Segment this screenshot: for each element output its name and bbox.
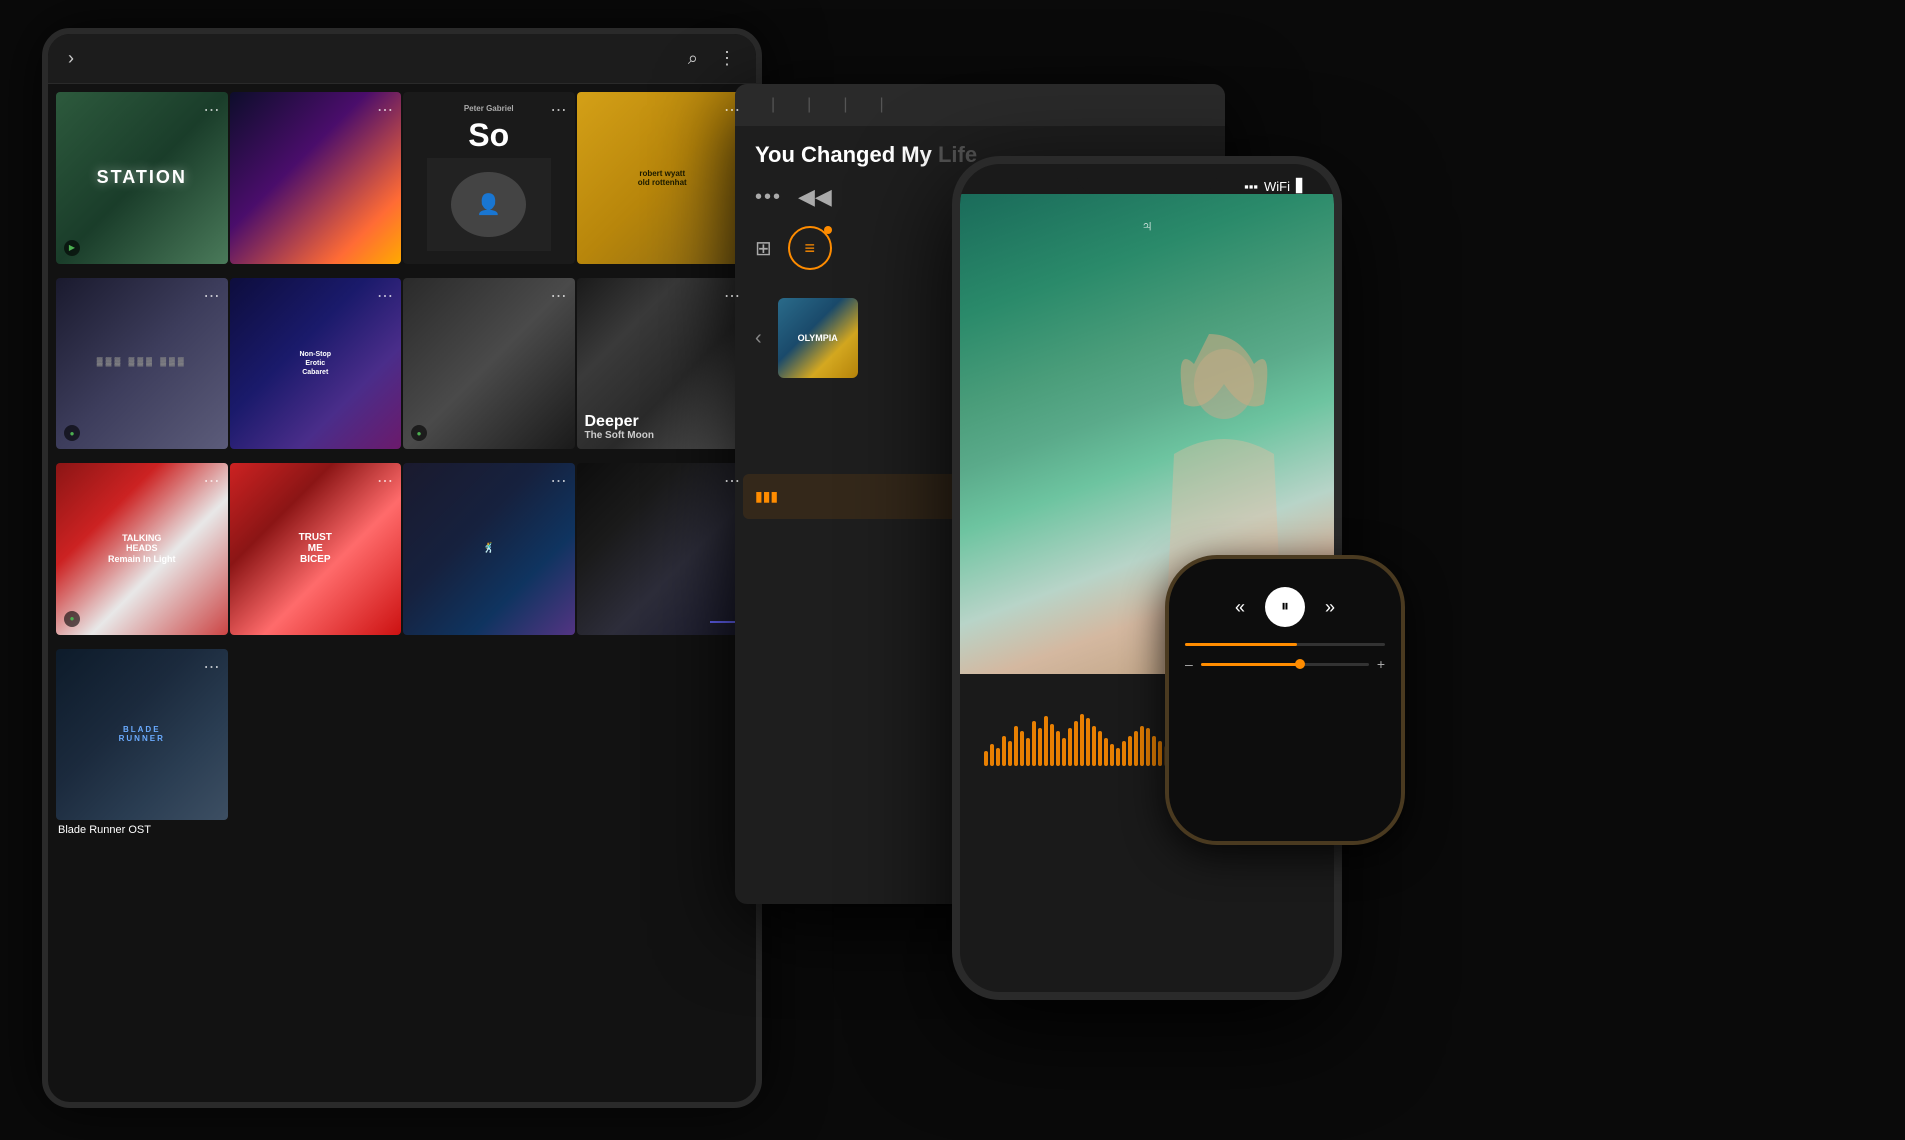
- watch-forward-button[interactable]: »: [1325, 597, 1335, 618]
- chevron-down-icon[interactable]: ›: [68, 48, 74, 69]
- watch-volume-fill: [1201, 663, 1302, 666]
- watch-progress-bar[interactable]: [1185, 643, 1385, 646]
- album-menu-icon[interactable]: ⋯: [551, 471, 567, 491]
- album-menu-icon[interactable]: ⋯: [377, 100, 393, 120]
- search-icon[interactable]: ⌕: [688, 48, 698, 69]
- queue-tab-icon[interactable]: ⊞: [755, 236, 772, 261]
- album-grid: STATION⋯▶ ⋯ Peter Gabriel So 👤 ⋯: [48, 84, 756, 852]
- album-menu-icon[interactable]: ⋯: [724, 286, 740, 306]
- pause-icon: ⏸: [1281, 598, 1289, 616]
- album-cell-deeper[interactable]: DeeperThe Soft Moon⋯: [577, 278, 749, 462]
- equalizer-tab[interactable]: ≡: [788, 226, 832, 270]
- album-cell-oldrottenhat[interactable]: robert wyattold rottenhat⋯: [577, 92, 749, 276]
- album-cell-nonstop[interactable]: Non-StopEroticCabaret⋯: [230, 278, 402, 462]
- album-menu-icon[interactable]: ⋯: [551, 286, 567, 306]
- watch-volume-knob[interactable]: [1295, 659, 1305, 669]
- album-cell-bladerunner[interactable]: BLADERUNNER⋯ Blade Runner OST: [56, 649, 228, 845]
- watch-pause-button[interactable]: ⏸: [1265, 587, 1305, 627]
- album-menu-icon[interactable]: ⋯: [377, 471, 393, 491]
- album-cell-remain[interactable]: TALKINGHEADSRemain In Light⋯●: [56, 463, 228, 647]
- rewind-button[interactable]: ◀◀: [798, 184, 832, 210]
- signal-icon: ▪▪▪: [1244, 179, 1258, 194]
- album-menu-icon[interactable]: ⋯: [724, 100, 740, 120]
- watch-progress-fill: [1185, 643, 1297, 646]
- album-cell-station[interactable]: STATION⋯▶: [56, 92, 228, 276]
- album-cell-bicep[interactable]: TRUSTMEBICEP⋯: [230, 463, 402, 647]
- equalizer-icon: ≡: [805, 238, 816, 259]
- more-vert-icon[interactable]: ⋮: [718, 48, 736, 69]
- album-menu-icon[interactable]: ⋯: [204, 286, 220, 306]
- album-cell-criminal[interactable]: ⋯●: [403, 278, 575, 462]
- album-cell-returning[interactable]: ⋯: [230, 92, 402, 276]
- album-cell-destroyer[interactable]: 🕺⋯: [403, 463, 575, 647]
- album-menu-icon[interactable]: ⋯: [377, 286, 393, 306]
- album-menu-icon[interactable]: ⋯: [204, 100, 220, 120]
- austra-symbol-icon: ♃: [1141, 218, 1153, 236]
- battery-icon: ▋: [1296, 178, 1306, 194]
- volume-high-icon: +: [1377, 656, 1385, 672]
- watch-crown[interactable]: [1401, 639, 1405, 679]
- mini-album-art[interactable]: OLYMPIA: [778, 298, 858, 378]
- tablet-device: › ⌕ ⋮ STATION⋯▶ ⋯ Peter Gabriel: [42, 28, 762, 1108]
- album-menu-icon[interactable]: ⋯: [724, 471, 740, 491]
- chevron-left-icon[interactable]: ‹: [755, 327, 762, 350]
- format-bar: | | | |: [735, 84, 1225, 126]
- phone-notch: [1077, 164, 1217, 194]
- menu-dots[interactable]: •••: [755, 186, 782, 209]
- album-cell-fuckt[interactable]: ▓▓▓ ▓▓▓ ▓▓▓⋯●: [56, 278, 228, 462]
- tablet-header: › ⌕ ⋮: [48, 34, 756, 84]
- watch-device: « ⏸ » – +: [1165, 555, 1405, 845]
- album-menu-icon[interactable]: ⋯: [204, 471, 220, 491]
- equalizer-bars-icon: ▮▮▮: [755, 488, 778, 505]
- album-cell-so[interactable]: Peter Gabriel So 👤 ⋯: [403, 92, 575, 276]
- album-menu-icon[interactable]: ⋯: [204, 657, 220, 677]
- watch-controls: « ⏸ »: [1185, 587, 1385, 627]
- watch-volume-row: – +: [1185, 656, 1385, 672]
- album-menu-icon[interactable]: ⋯: [551, 100, 567, 120]
- status-icons: ▪▪▪ WiFi ▋: [1244, 178, 1306, 194]
- watch-volume-bar[interactable]: [1201, 663, 1369, 666]
- album-name: Blade Runner OST: [58, 824, 226, 836]
- wifi-icon: WiFi: [1264, 179, 1290, 194]
- volume-low-icon: –: [1185, 656, 1193, 672]
- watch-rewind-button[interactable]: «: [1235, 597, 1245, 618]
- album-cell-joyland[interactable]: ⋯: [577, 463, 749, 647]
